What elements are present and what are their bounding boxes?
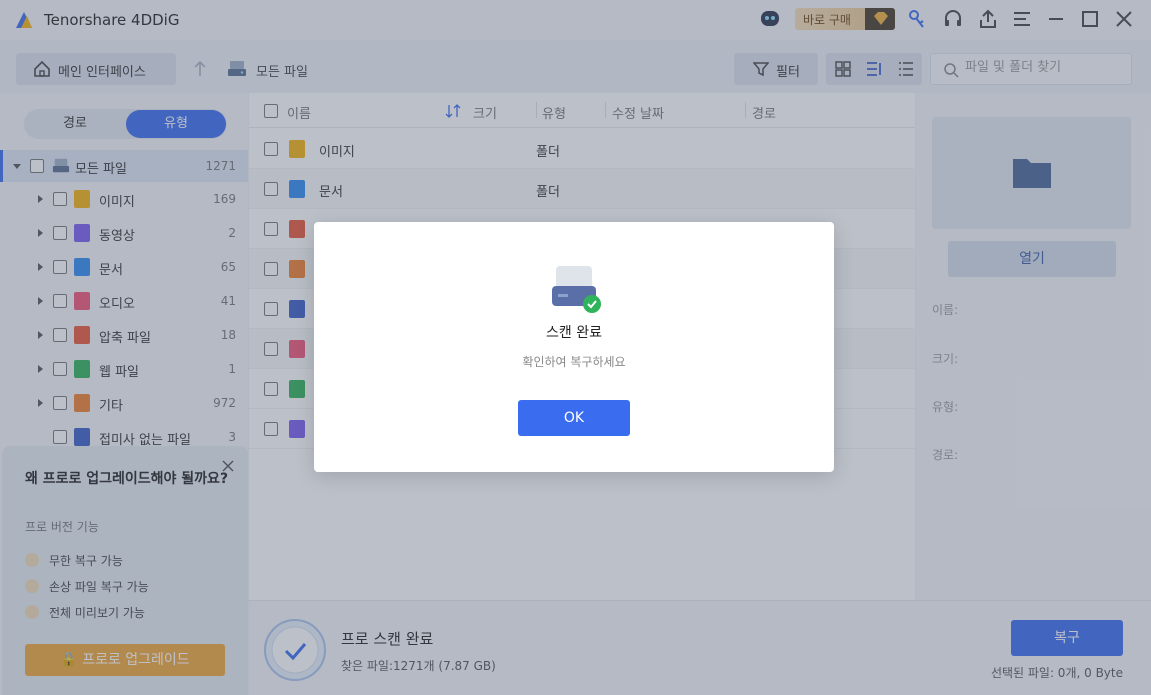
drive-check-icon: [552, 266, 601, 313]
scan-complete-dialog: 스캔 완료 확인하여 복구하세요 OK: [314, 222, 834, 472]
dialog-title: 스캔 완료: [546, 325, 602, 341]
ok-button[interactable]: OK: [518, 400, 630, 436]
dialog-subtitle: 확인하여 복구하세요: [522, 355, 626, 369]
